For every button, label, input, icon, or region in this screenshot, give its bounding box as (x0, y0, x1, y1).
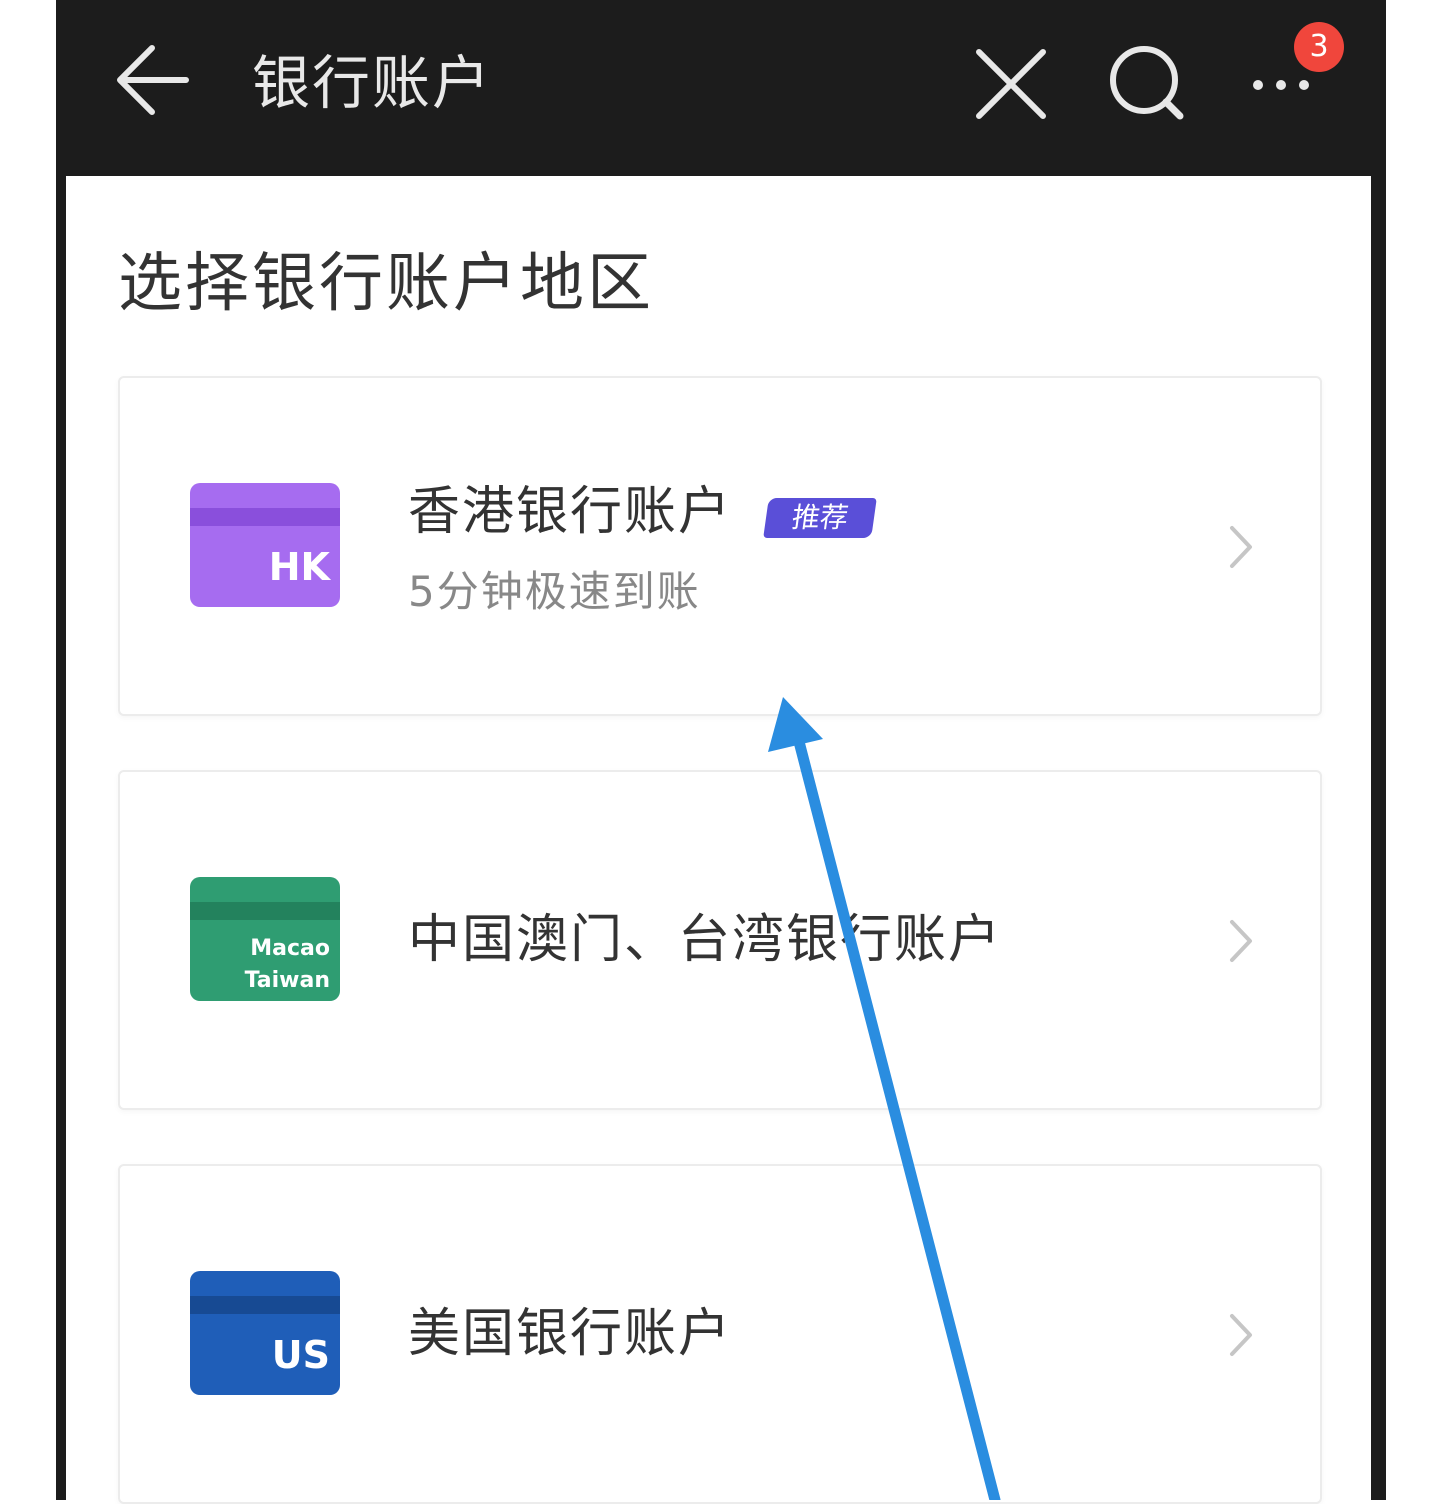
page-title: 银行账户 (252, 49, 493, 117)
region-card-us[interactable]: US 美国银行账户 (118, 1164, 1322, 1504)
card-title-hk: 香港银行账户 (408, 482, 733, 542)
chevron-right-icon (1230, 1314, 1252, 1356)
close-button[interactable] (971, 44, 1051, 124)
content-panel: 选择银行账户地区 HK 香港银行账户 推荐 5分钟极速到账 Macao Taiw… (66, 176, 1371, 1504)
top-nav-bar: 银行账户 3 (56, 0, 1386, 175)
flag-code-macao: Macao (250, 936, 330, 961)
flag-code-hk: HK (268, 545, 330, 589)
region-card-macao-taiwan[interactable]: Macao Taiwan 中国澳门、台湾银行账户 (118, 770, 1322, 1110)
close-icon (976, 49, 1046, 119)
section-title: 选择银行账户地区 (118, 247, 654, 321)
chevron-right-icon (1230, 920, 1252, 962)
flag-stripe (190, 902, 340, 920)
back-arrow-icon (117, 45, 189, 115)
card-title-us: 美国银行账户 (408, 1304, 733, 1364)
search-button[interactable] (1106, 42, 1190, 126)
flag-code-us: US (271, 1333, 330, 1377)
macao-taiwan-flag-icon: Macao Taiwan (190, 877, 340, 1001)
flag-code-taiwan: Taiwan (244, 968, 330, 993)
phone-frame: 银行账户 3 选择银行账户地区 HK 香港银行账户 推荐 5分钟极速到账 Mac… (56, 0, 1386, 1504)
notification-badge: 3 (1294, 22, 1344, 72)
flag-stripe (190, 508, 340, 526)
card-subtitle-hk: 5分钟极速到账 (408, 567, 701, 616)
recommend-tag: 推荐 (763, 498, 877, 538)
card-title-macao-taiwan: 中国澳门、台湾银行账户 (408, 910, 1003, 970)
back-button[interactable] (116, 40, 191, 120)
search-icon (1110, 46, 1184, 120)
us-flag-icon: US (190, 1271, 340, 1395)
hk-flag-icon: HK (190, 483, 340, 607)
region-card-hk[interactable]: HK 香港银行账户 推荐 5分钟极速到账 (118, 376, 1322, 716)
flag-stripe (190, 1296, 340, 1314)
chevron-right-icon (1230, 526, 1252, 568)
